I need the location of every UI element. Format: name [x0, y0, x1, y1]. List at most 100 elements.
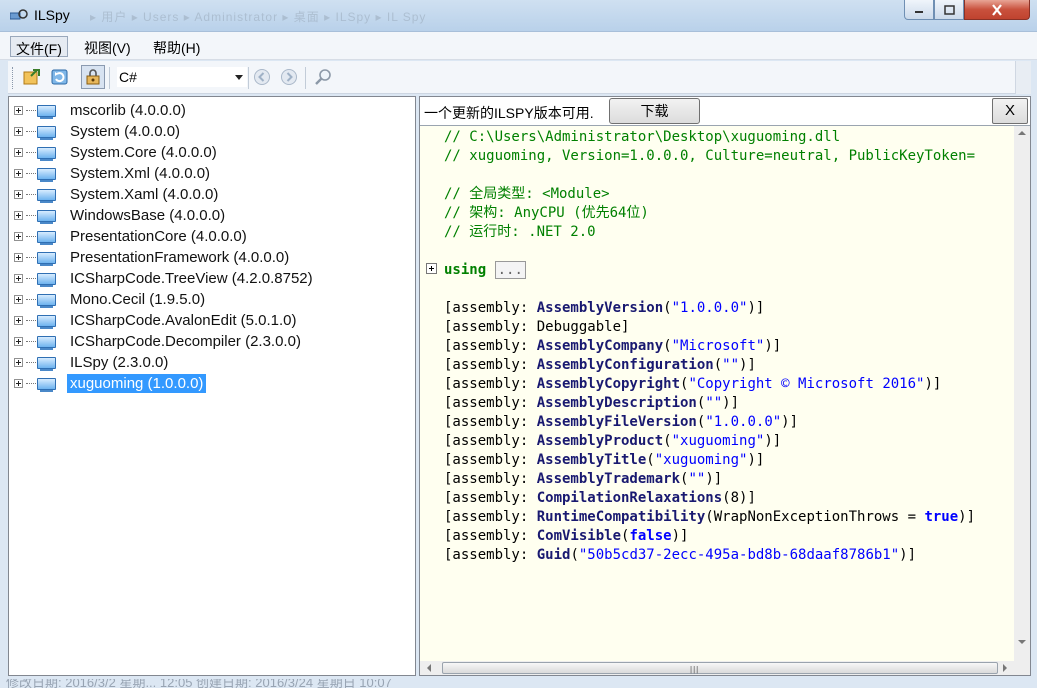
attribute-close: )] [739, 357, 756, 373]
attribute-name: AssemblyCompany [536, 338, 664, 354]
attribute-prefix: [assembly: [444, 376, 537, 392]
tree-item-label: ICSharpCode.Decompiler (2.3.0.0) [70, 333, 301, 350]
search-icon [315, 69, 331, 85]
close-notification-button[interactable]: X [992, 98, 1028, 124]
expand-icon[interactable] [14, 316, 23, 325]
forward-icon [281, 69, 297, 85]
expand-icon[interactable] [14, 127, 23, 136]
back-button[interactable] [250, 65, 274, 89]
tree-item[interactable]: ILSpy (2.3.0.0) [14, 352, 171, 373]
expand-icon[interactable] [14, 190, 23, 199]
expand-icon[interactable] [14, 358, 23, 367]
expand-icon[interactable] [14, 379, 23, 388]
attribute-prefix: [assembly: [444, 338, 537, 354]
attribute-argument: "" [705, 395, 723, 411]
code-view[interactable]: // C:\Users\Administrator\Desktop\xuguom… [420, 126, 1014, 661]
assembly-icon [26, 314, 59, 329]
forward-button[interactable] [277, 65, 301, 89]
expand-icon[interactable] [14, 274, 23, 283]
expand-icon[interactable] [14, 169, 23, 178]
expand-using-button[interactable] [426, 263, 437, 274]
assembly-attribute-line: [assembly: CompilationRelaxations(8)] [444, 489, 756, 508]
attribute-name: AssemblyTitle [536, 452, 647, 468]
toolbar-overflow[interactable] [1015, 61, 1031, 94]
tree-item[interactable]: System.Xaml (4.0.0.0) [14, 184, 221, 205]
tree-item[interactable]: ICSharpCode.TreeView (4.2.0.8752) [14, 268, 316, 289]
attribute-name: AssemblyConfiguration [536, 357, 714, 373]
tree-item[interactable]: System.Xml (4.0.0.0) [14, 163, 213, 184]
download-button[interactable]: 下载 [609, 98, 700, 124]
assembly-attribute-line: [assembly: AssemblyConfiguration("")] [444, 356, 756, 375]
reload-icon [51, 69, 68, 85]
attribute-argument: WrapNonExceptionThrows = [713, 509, 925, 525]
back-icon [254, 69, 270, 85]
assembly-icon [26, 146, 59, 161]
assembly-attribute-line: [assembly: Guid("50b5cd37-2ecc-495a-bd8b… [444, 546, 916, 565]
assembly-icon [26, 104, 59, 119]
minimize-button[interactable] [904, 0, 934, 20]
attribute-close: )] [764, 433, 782, 449]
open-icon [23, 69, 40, 85]
attribute-close: )] [764, 338, 782, 354]
show-internal-icon [86, 69, 100, 85]
vertical-scrollbar[interactable] [1014, 126, 1030, 661]
menu-help[interactable]: 帮助(H) [148, 36, 205, 57]
assembly-tree: mscorlib (4.0.0.0) System (4.0.0.0) System… [8, 96, 416, 676]
expand-icon[interactable] [14, 295, 23, 304]
assembly-attribute-line: [assembly: AssemblyFileVersion("1.0.0.0"… [444, 413, 798, 432]
menu-view[interactable]: 视图(V) [79, 36, 136, 57]
open-button[interactable] [20, 65, 44, 89]
attribute-paren: ( [722, 490, 731, 506]
tree-item[interactable]: PresentationCore (4.0.0.0) [14, 226, 250, 247]
assembly-attribute-line: [assembly: Debuggable] [444, 318, 629, 337]
scroll-up-icon [1018, 131, 1026, 135]
chevron-down-icon [235, 75, 243, 80]
show-internal-button[interactable] [81, 65, 105, 89]
attribute-argument: "50b5cd37-2ecc-495a-bd8b-68daaf8786b1" [578, 547, 900, 563]
attribute-paren: ( [705, 509, 714, 525]
expand-icon[interactable] [14, 106, 23, 115]
attribute-name: Guid [536, 547, 571, 563]
attribute-close: )] [899, 547, 917, 563]
scroll-down-icon [1018, 640, 1026, 644]
attribute-close: )] [747, 452, 765, 468]
tree-item[interactable]: mscorlib (4.0.0.0) [14, 100, 189, 121]
tree-item[interactable]: ICSharpCode.Decompiler (2.3.0.0) [14, 331, 304, 352]
using-fold-ellipsis[interactable]: ... [494, 261, 526, 279]
maximize-button[interactable] [934, 0, 964, 20]
tree-item[interactable]: xuguoming (1.0.0.0) [14, 373, 207, 394]
attribute-close: )] [747, 300, 765, 316]
horizontal-scroll-thumb[interactable]: ||| [442, 662, 998, 674]
using-keyword: using [444, 262, 487, 278]
tree-item[interactable]: Mono.Cecil (1.9.5.0) [14, 289, 208, 310]
menu-file[interactable]: 文件(F) [10, 36, 68, 57]
title-bar: ILSpy ▸ 用户 ▸ Users ▸ Administrator ▸ 桌面 … [0, 0, 1037, 32]
reload-button[interactable] [48, 65, 72, 89]
expand-icon[interactable] [14, 211, 23, 220]
attribute-argument: "" [688, 471, 706, 487]
language-select[interactable]: C# [116, 66, 248, 88]
code-comment: // xuguoming, Version=1.0.0.0, Culture=n… [444, 148, 976, 164]
attribute-prefix: [assembly: [444, 300, 537, 316]
horizontal-scrollbar[interactable]: ||| [420, 661, 1014, 675]
close-window-button[interactable] [964, 0, 1030, 20]
toolbar-grip[interactable] [12, 67, 15, 89]
tree-item[interactable]: WindowsBase (4.0.0.0) [14, 205, 228, 226]
expand-icon[interactable] [14, 148, 23, 157]
search-button[interactable] [311, 65, 335, 89]
tree-item[interactable]: System (4.0.0.0) [14, 121, 183, 142]
assembly-icon [26, 209, 59, 224]
assembly-icon [26, 293, 59, 308]
expand-icon[interactable] [14, 253, 23, 262]
grip-icon: ||| [690, 665, 700, 674]
attribute-close: ] [621, 319, 630, 335]
update-message: 一个更新的ILSPY版本可用. [424, 105, 594, 121]
attribute-argument: "xuguoming" [671, 433, 765, 449]
expand-icon[interactable] [14, 232, 23, 241]
tree-item[interactable]: System.Core (4.0.0.0) [14, 142, 220, 163]
attribute-prefix: [assembly: [444, 509, 537, 525]
expand-icon[interactable] [14, 337, 23, 346]
background-status-label: 修改日期: 2016/3/2 星期... 12:05 创建日期: 2016/3/… [6, 679, 392, 688]
tree-item[interactable]: PresentationFramework (4.0.0.0) [14, 247, 292, 268]
tree-item[interactable]: ICSharpCode.AvalonEdit (5.0.1.0) [14, 310, 300, 331]
